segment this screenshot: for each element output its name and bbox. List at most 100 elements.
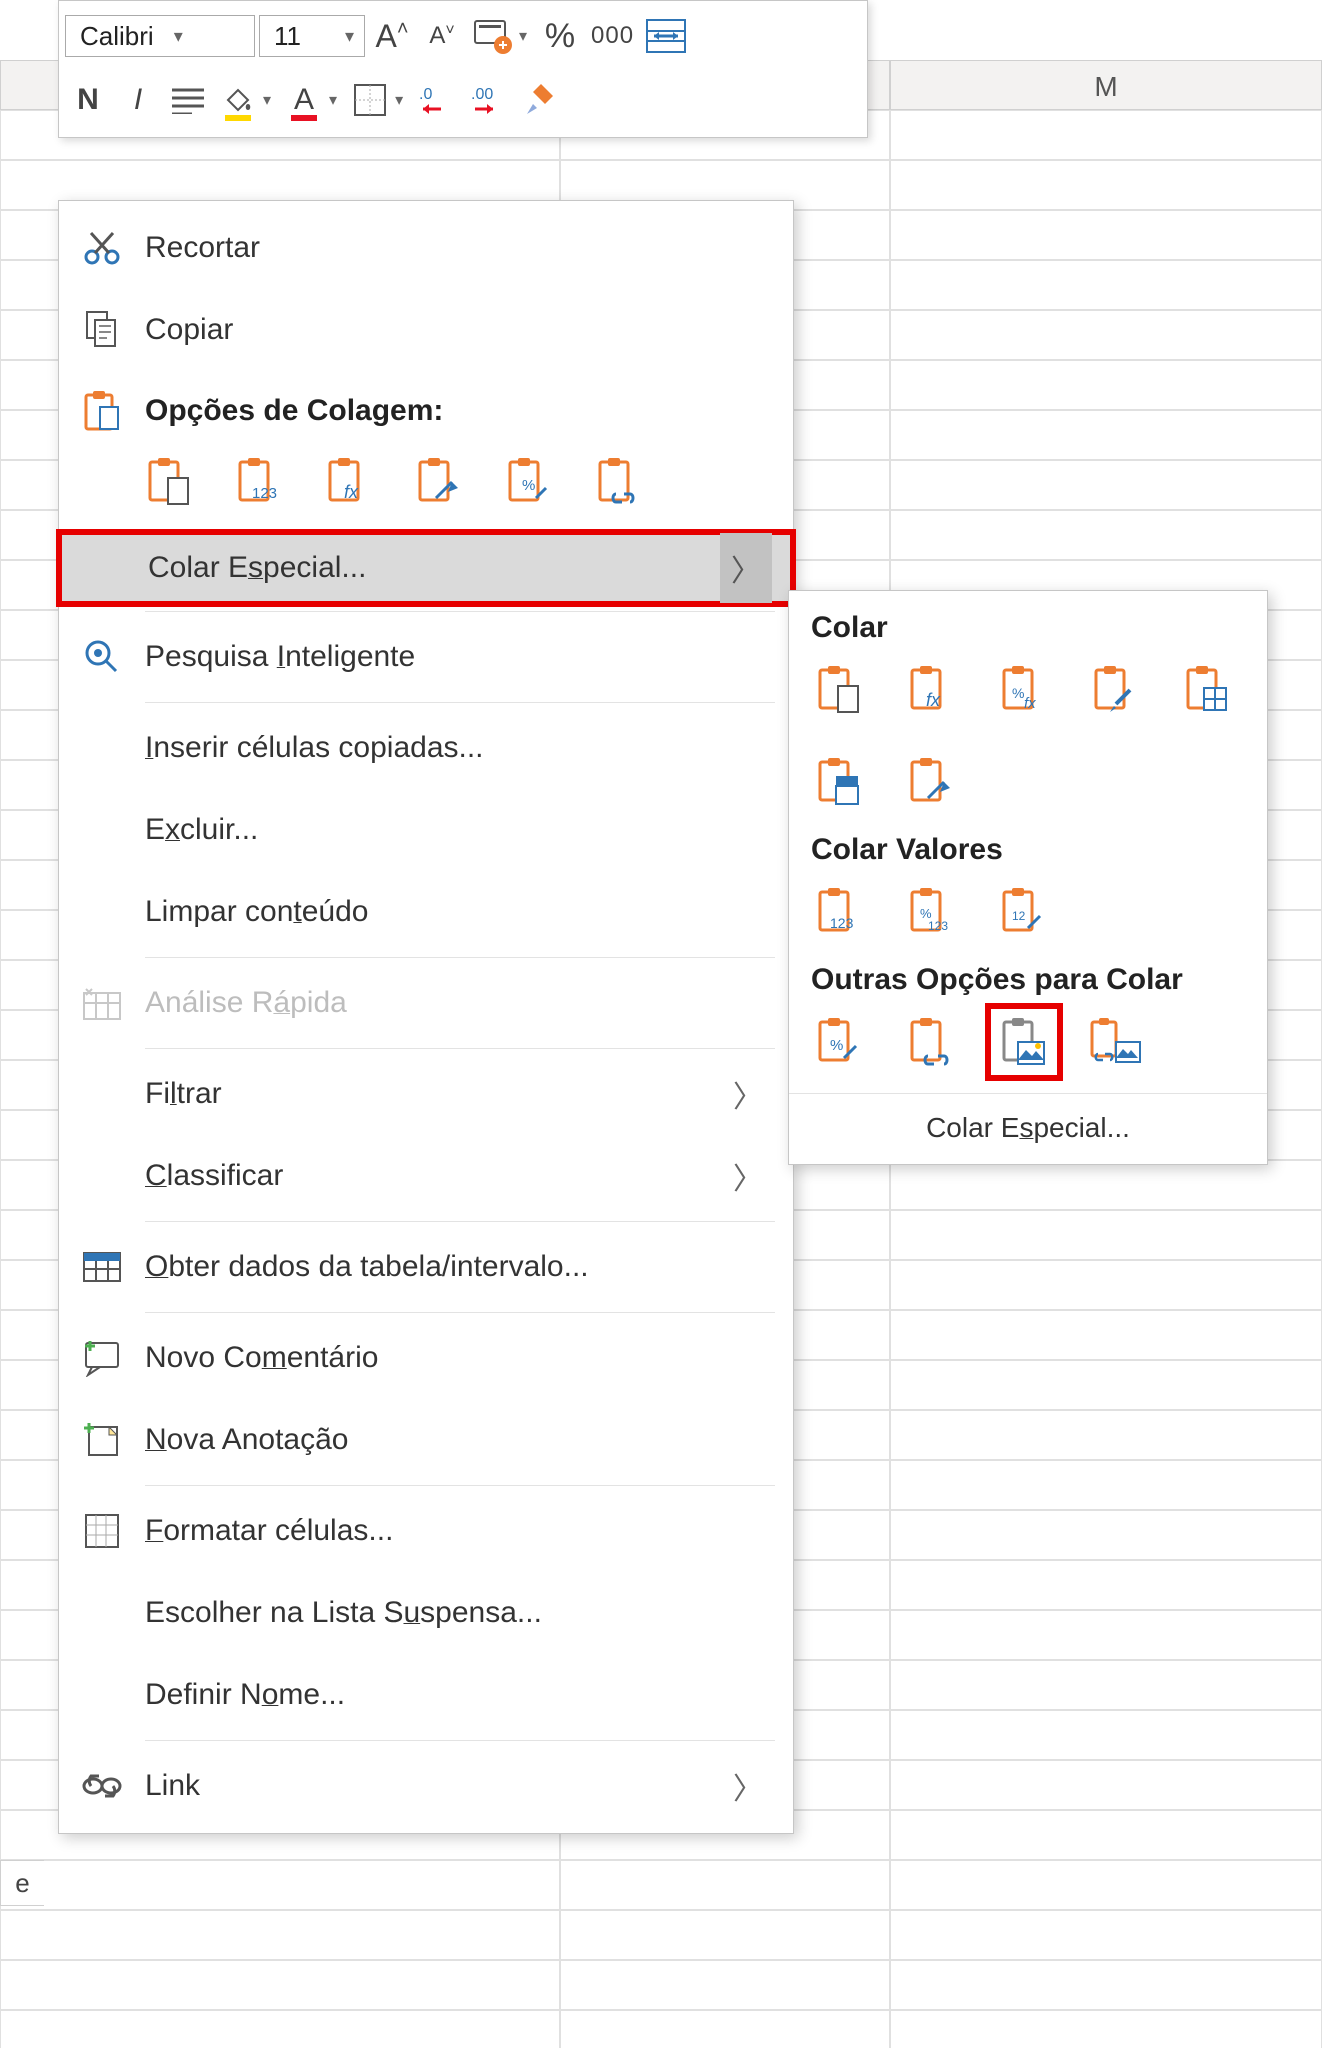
link-icon (81, 1771, 123, 1801)
clipboard-link-icon (596, 456, 644, 508)
sm-paste-all[interactable] (811, 661, 869, 719)
italic-button[interactable]: I (115, 75, 161, 125)
chevron-down-icon[interactable]: ▾ (263, 90, 271, 110)
paste-values-button[interactable]: 123 (231, 453, 289, 511)
ctx-copy[interactable]: Copiar (59, 289, 793, 371)
ctx-label: Copiar (145, 313, 771, 347)
decrease-font-button[interactable]: A˅ (419, 11, 465, 61)
mini-toolbar: Calibri ▾ 11 ▾ A˄ A˅ ▾ % 000 (58, 0, 868, 138)
ctx-label: Filtrar (145, 1077, 733, 1111)
increase-font-button[interactable]: A˄ (369, 11, 415, 61)
comma-style-button[interactable]: 000 (587, 11, 638, 61)
paste-link-button[interactable] (591, 453, 649, 511)
sm-paste-values[interactable]: 123 (811, 883, 869, 941)
decrease-decimal-button[interactable]: .0 (413, 75, 461, 125)
ctx-new-comment[interactable]: Novo Comentário (59, 1317, 793, 1399)
ctx-label: Análise Rápida (145, 986, 771, 1020)
percent-button[interactable]: % (537, 11, 583, 61)
sm-paste-no-borders[interactable] (1179, 661, 1237, 719)
ctx-define-name[interactable]: Definir Nome... (59, 1654, 793, 1736)
sm-paste-column-widths[interactable] (811, 753, 869, 811)
sm-paste-keep-source-format[interactable] (1087, 661, 1145, 719)
ctx-paste-special[interactable]: Colar Especial... 〉 (56, 529, 796, 607)
sm-values-title: Colar Valores (811, 833, 1245, 867)
chevron-right-icon: 〉 (733, 1764, 763, 1808)
sheet-tab[interactable]: e (0, 1860, 44, 1906)
font-name-value: Calibri (80, 21, 154, 52)
paste-formatting-button[interactable]: % (501, 453, 559, 511)
sm-paste-values-number[interactable]: % 123 (903, 883, 961, 941)
sm-paste-formatting-only[interactable]: % (811, 1013, 869, 1071)
sm-paste-formulas-number[interactable]: % fx (995, 661, 1053, 719)
font-color-button[interactable]: A (281, 75, 327, 125)
separator (145, 1312, 775, 1313)
sm-paste-link[interactable] (903, 1013, 961, 1071)
svg-text:12: 12 (1012, 909, 1026, 923)
paste-special-submenu: Colar fx % fx (788, 590, 1268, 1165)
ctx-label: Definir Nome... (145, 1678, 771, 1712)
borders-icon (353, 83, 387, 117)
svg-text:fx: fx (926, 690, 941, 710)
paste-all-button[interactable] (141, 453, 199, 511)
scissors-icon (83, 229, 121, 267)
paste-transpose-button[interactable] (411, 453, 469, 511)
font-name-combo[interactable]: Calibri ▾ (65, 15, 255, 57)
chevron-right-icon: 〉 (733, 1072, 763, 1116)
ctx-delete[interactable]: Excluir... (59, 789, 793, 871)
merge-center-button[interactable] (642, 11, 690, 61)
ctx-cut[interactable]: Recortar (59, 207, 793, 289)
separator (145, 1221, 775, 1222)
chevron-right-icon: 〉 (733, 1154, 763, 1198)
svg-text:%: % (830, 1037, 843, 1054)
sm-values-grid: 123 % 123 12 (811, 883, 1245, 941)
chevron-down-icon[interactable]: ▾ (329, 90, 337, 110)
clipboard-brush-icon (1092, 664, 1140, 716)
ctx-filter[interactable]: Filtrar 〉 (59, 1053, 793, 1135)
col-header-m[interactable]: M (890, 60, 1322, 110)
ctx-label: Escolher na Lista Suspensa... (145, 1596, 771, 1630)
ctx-format-cells[interactable]: Formatar células... (59, 1490, 793, 1572)
comment-icon (82, 1339, 122, 1377)
ctx-label: Recortar (145, 231, 771, 265)
percent-icon: % (545, 17, 575, 56)
ctx-insert-copied[interactable]: Inserir células copiadas... (59, 707, 793, 789)
sm-paste-values-format[interactable]: 12 (995, 883, 1053, 941)
ctx-clear-contents[interactable]: Limpar conteúdo (59, 871, 793, 953)
chevron-down-icon: ▾ (345, 26, 354, 47)
sm-paste-formulas[interactable]: fx (903, 661, 961, 719)
ctx-pick-from-list[interactable]: Escolher na Lista Suspensa... (59, 1572, 793, 1654)
align-button[interactable] (165, 75, 211, 125)
paste-formulas-button[interactable]: fx (321, 453, 379, 511)
sm-paste-transpose[interactable] (903, 753, 961, 811)
chevron-down-icon[interactable]: ▾ (395, 90, 403, 110)
clipboard-colwidth-icon (816, 756, 864, 808)
clipboard-picture-icon (1000, 1016, 1048, 1068)
format-painter-brush-button[interactable] (517, 75, 563, 125)
clipboard-percent-fx-icon: % fx (1000, 664, 1048, 716)
ctx-label: Pesquisa Inteligente (145, 640, 771, 674)
svg-text:.0: .0 (419, 86, 432, 103)
ctx-sort[interactable]: Classificar 〉 (59, 1135, 793, 1217)
ctx-from-table[interactable]: Obter dados da tabela/intervalo... (59, 1226, 793, 1308)
ctx-new-note[interactable]: Nova Anotação (59, 1399, 793, 1481)
format-painter-button[interactable] (469, 11, 517, 61)
sm-paste-special-link[interactable]: Colar Especial... (789, 1093, 1267, 1158)
clipboard-123-brush-icon: 12 (1000, 886, 1048, 938)
font-size-combo[interactable]: 11 ▾ (259, 15, 365, 57)
copy-icon (83, 310, 121, 350)
bold-button[interactable]: N (65, 75, 111, 125)
clipboard-paste-icon (816, 664, 864, 716)
ctx-link[interactable]: Link 〉 (59, 1745, 793, 1827)
borders-button[interactable] (347, 75, 393, 125)
chevron-down-icon[interactable]: ▾ (519, 26, 527, 46)
context-menu: Recortar Copiar Opções de Colagem: (58, 200, 794, 1834)
clipboard-transpose-icon (416, 456, 464, 508)
sm-paste-linked-picture[interactable] (1087, 1013, 1145, 1071)
ctx-smart-lookup[interactable]: Pesquisa Inteligente (59, 616, 793, 698)
ctx-label: Colar Especial... (148, 551, 720, 585)
fill-color-button[interactable] (215, 75, 261, 125)
decrease-font-icon: A˅ (429, 22, 454, 50)
font-color-icon: A (294, 83, 314, 117)
increase-decimal-button[interactable]: .00 (465, 75, 513, 125)
sm-paste-picture[interactable] (995, 1013, 1053, 1071)
